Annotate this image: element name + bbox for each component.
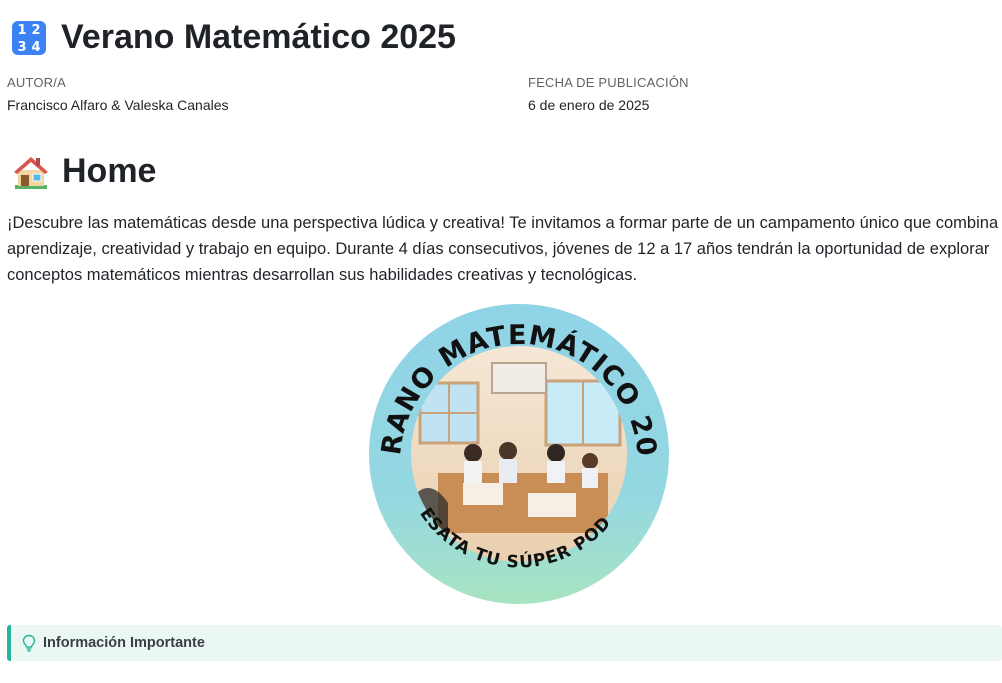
author-property: AUTOR/A Francisco Alfaro & Valeska Canal… (7, 75, 229, 113)
digit-3: 3 (17, 39, 27, 55)
digit-1: 1 (17, 22, 27, 38)
digit-2: 2 (31, 22, 41, 38)
intro-paragraph: ¡Descubre las matemáticas desde una pers… (7, 214, 999, 284)
camp-logo-image: VERANO MATEMÁTICO 2025 DESATA TU SÚPER P… (357, 279, 669, 604)
page-title-row: 1 2 3 4 Verano Matemático 2025 (12, 18, 456, 57)
digit-4: 4 (31, 39, 41, 55)
lightbulb-icon (22, 634, 36, 652)
input-numbers-icon: 1 2 3 4 (12, 20, 46, 55)
callout-label: Información Importante (43, 635, 205, 651)
important-info-callout[interactable]: Información Importante (7, 625, 1002, 661)
author-label: AUTOR/A (7, 75, 66, 90)
home-heading: Home (12, 152, 156, 191)
page-title: Verano Matemático 2025 (61, 18, 456, 56)
author-value[interactable]: Francisco Alfaro & Valeska Canales (7, 97, 229, 113)
home-title: Home (62, 152, 157, 190)
date-label: FECHA DE PUBLICACIÓN (528, 75, 689, 90)
date-property: FECHA DE PUBLICACIÓN 6 de enero de 2025 (528, 75, 689, 113)
camp-logo: VERANO MATEMÁTICO 2025 DESATA TU SÚPER P… (357, 279, 670, 605)
house-icon (14, 156, 48, 189)
date-value[interactable]: 6 de enero de 2025 (528, 97, 689, 113)
